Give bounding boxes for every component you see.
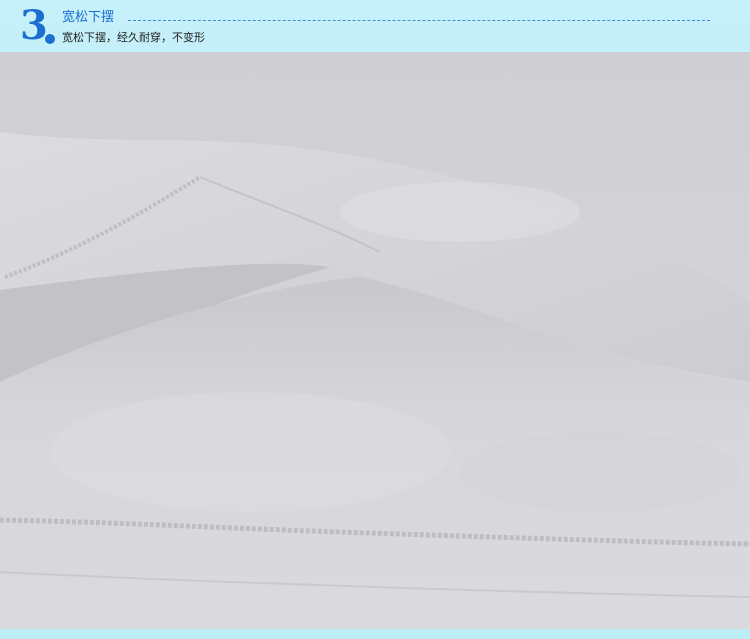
step-number: 3 [20, 2, 48, 49]
fabric-hem-photo [0, 52, 750, 629]
dashed-divider [128, 20, 710, 21]
product-detail-section: 3 宽松下摆 宽松下摆，经久耐穿，不变形 [0, 0, 750, 639]
bottom-margin [0, 629, 750, 639]
section-title: 宽松下摆 [62, 10, 115, 25]
fabric-illustration [0, 52, 750, 629]
section-header: 3 宽松下摆 宽松下摆，经久耐穿，不变形 [0, 0, 750, 52]
section-subtitle: 宽松下摆，经久耐穿，不变形 [62, 31, 205, 44]
step-dot-icon [45, 34, 55, 44]
